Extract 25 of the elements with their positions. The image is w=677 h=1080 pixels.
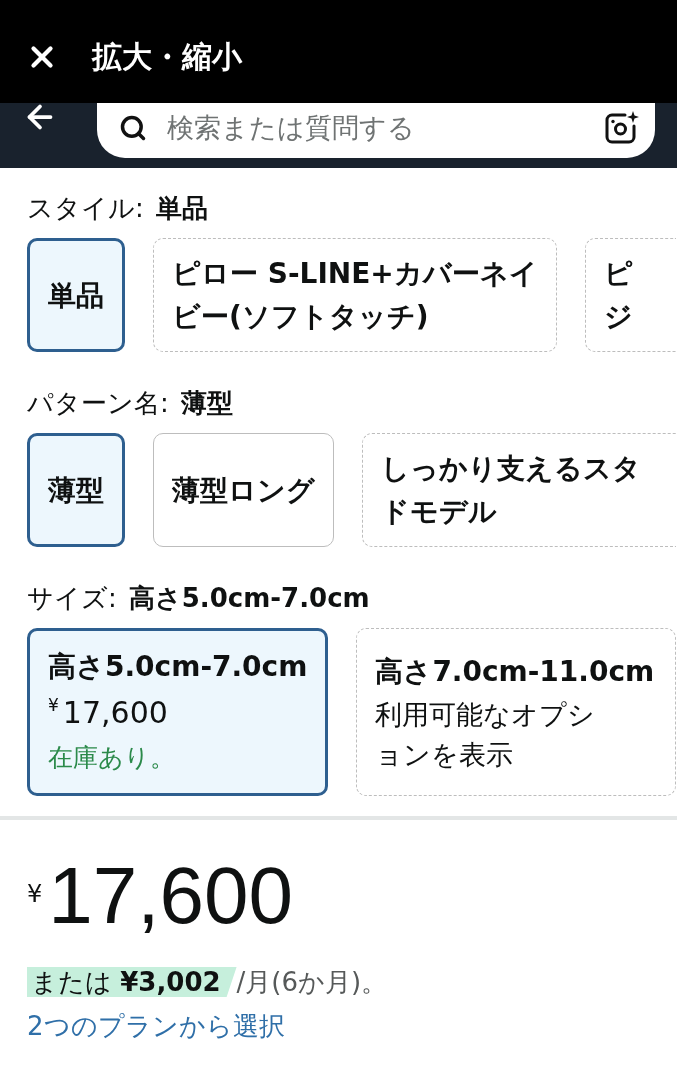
plans-link[interactable]: 2つのプランから選択 [27,1006,285,1046]
variation-value: 薄型 [180,387,233,420]
variation-option[interactable]: 薄型ロング [153,433,334,547]
option-note: 利用可能なオプシ ョンを表示 [375,698,597,772]
option-price: ¥17,600 [48,694,169,732]
variation-label: スタイル: [27,192,144,225]
variation-label: サイズ: [27,582,117,615]
variation-option[interactable]: しっかり支えるスタ ドモデル [362,433,676,547]
variation-value: 高さ5.0cm-7.0cm [128,582,370,615]
title-bar-title: 拡大・縮小 [92,37,242,76]
camera-sparkle-icon[interactable] [603,109,639,146]
variation-option[interactable]: ピ ジ [584,238,676,352]
stock-status: 在庫あり。 [48,742,176,774]
variation-value: 単品 [155,192,208,225]
variation-option[interactable]: 薄型 [27,433,125,547]
variation-option[interactable]: 高さ5.0cm-7.0cm ¥17,600 在庫あり。 [27,628,329,796]
variation-option[interactable]: 単品 [27,238,125,352]
price-text: ¥17,600 [27,854,293,938]
variation-label: パターン名: [27,387,169,420]
search-icon [119,113,147,142]
installment-text: または ¥3,002 /月(6か月)。 [27,962,388,1002]
search-field[interactable]: 検索または質問する [97,103,655,158]
search-input[interactable]: 検索または質問する [167,109,603,146]
variation-option[interactable]: 高さ7.0cm-11.0cm 利用可能なオプシ ョンを表示 [356,628,676,796]
variation-option[interactable]: ピロー S-LINE+カバーネイ ビー(ソフトタッチ) [153,238,557,352]
